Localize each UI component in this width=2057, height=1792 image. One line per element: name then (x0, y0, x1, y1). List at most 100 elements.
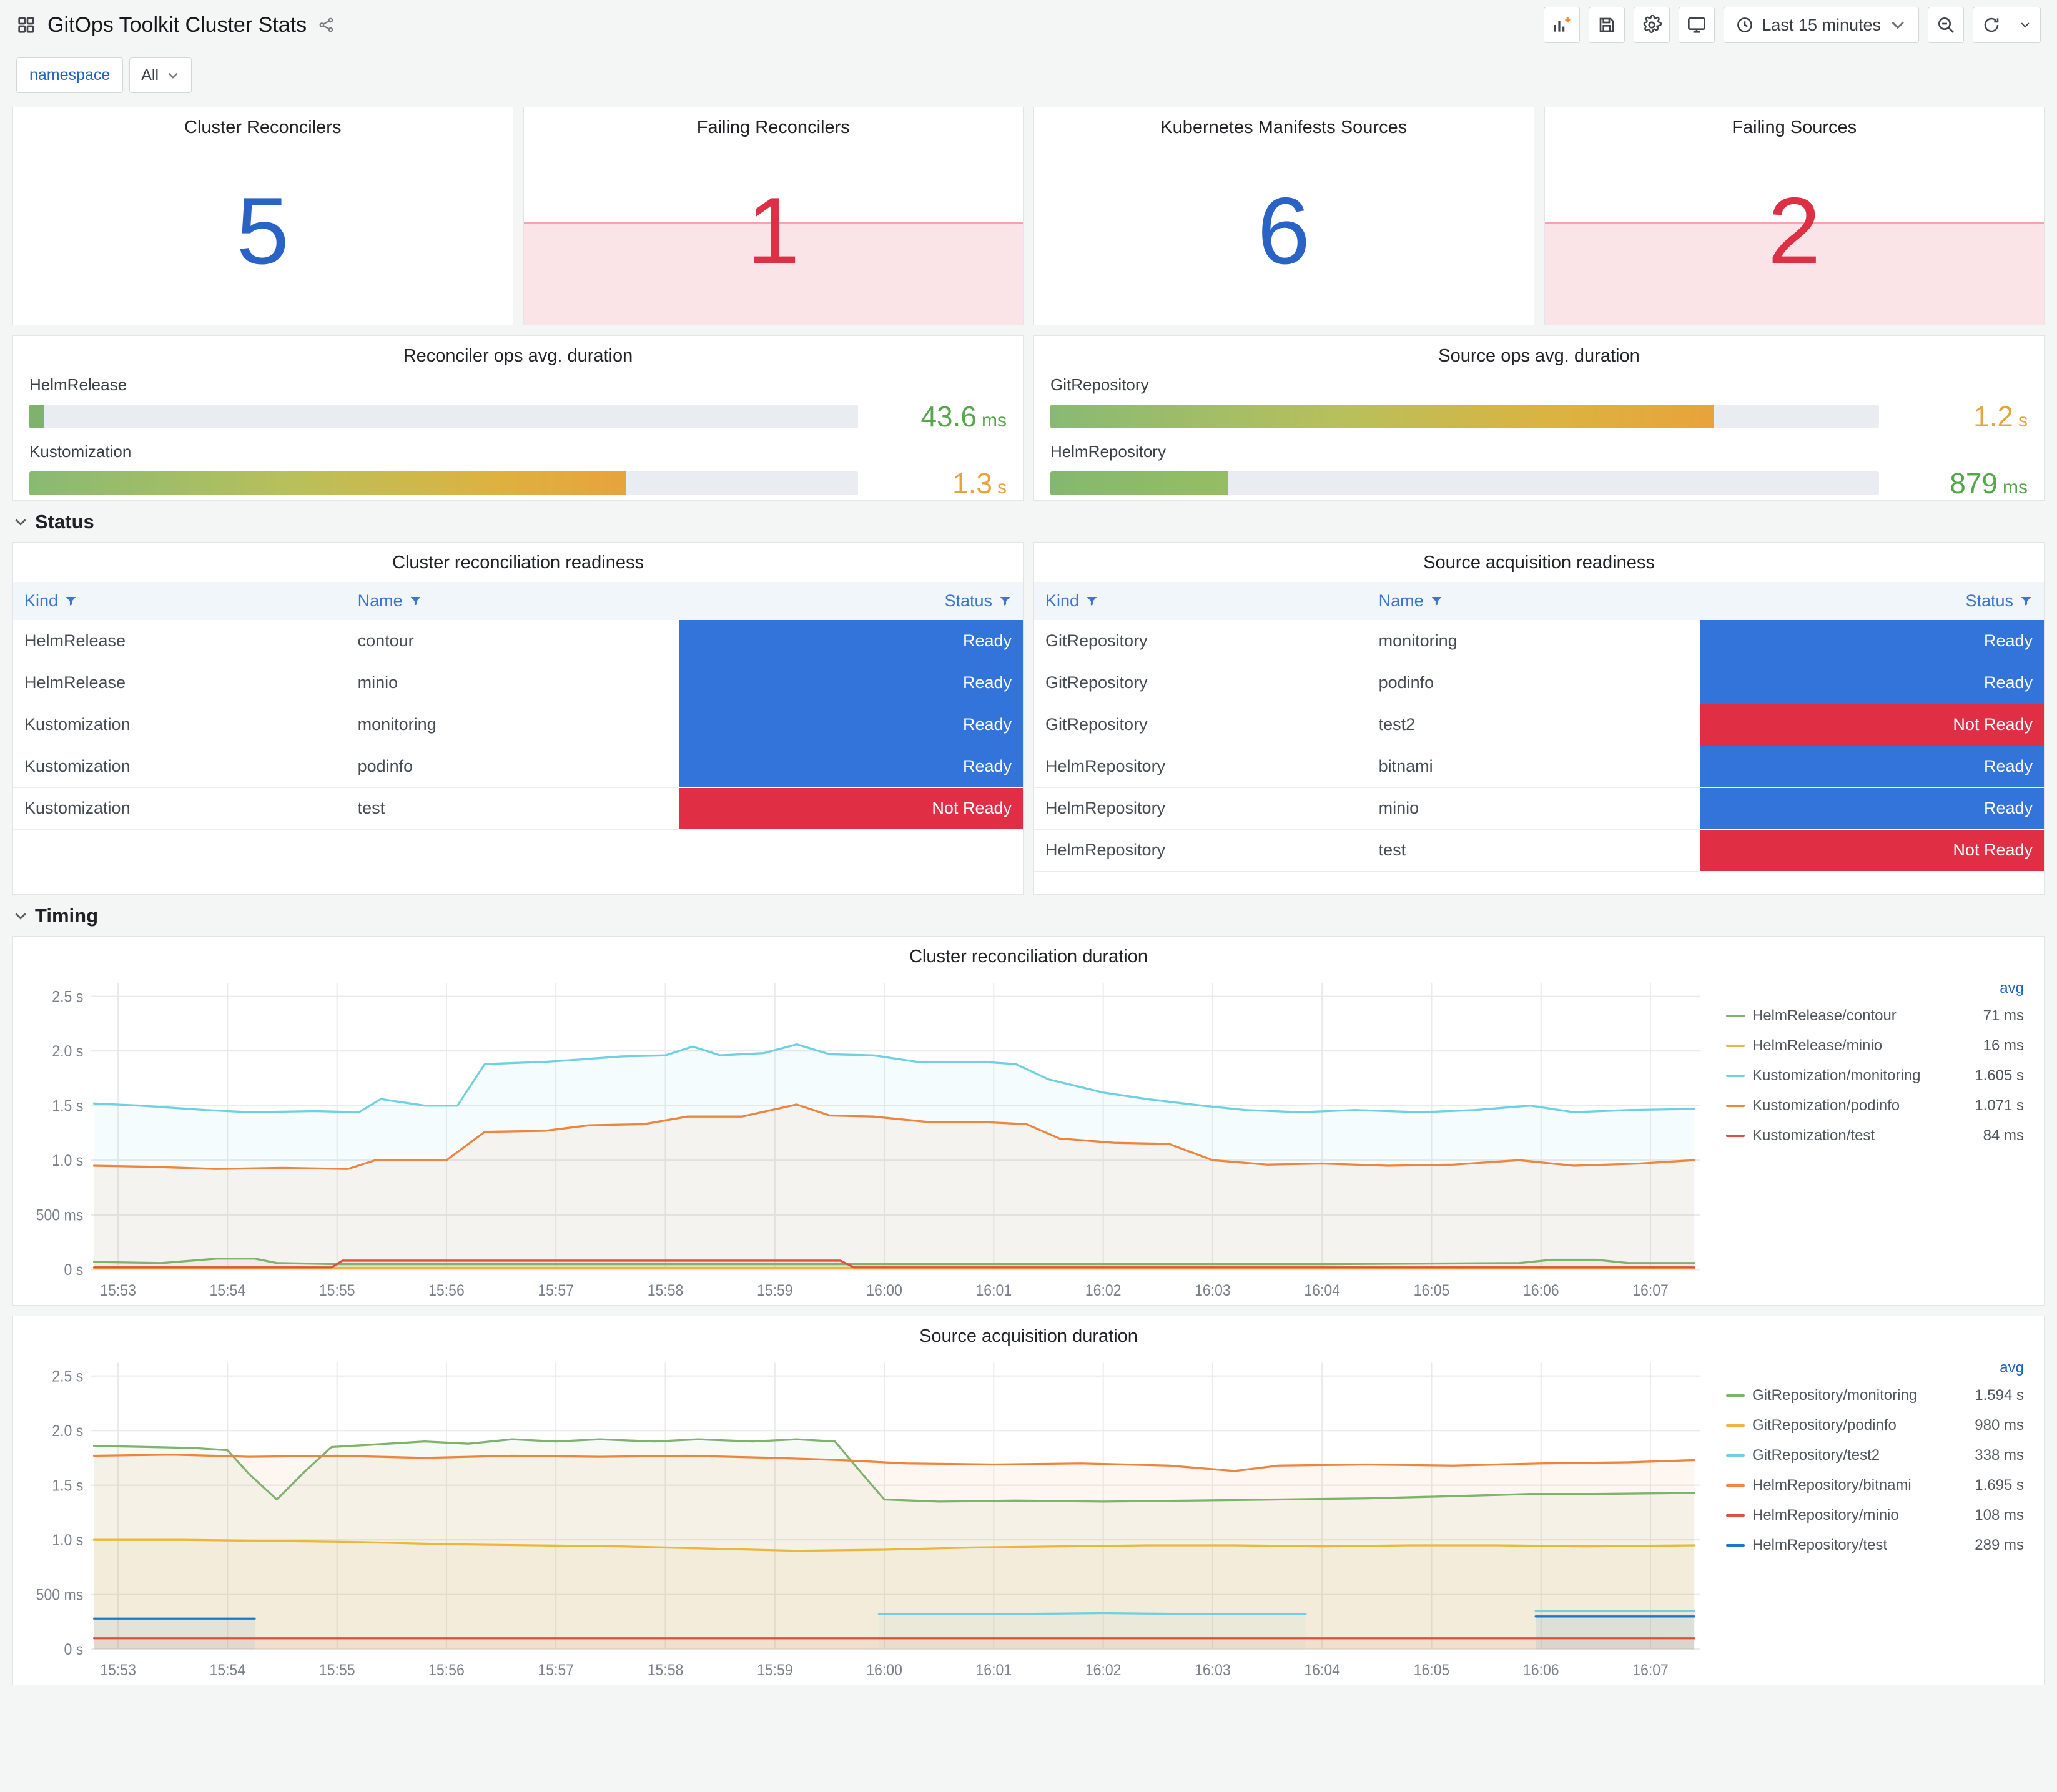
kind-cell: GitRepository (1034, 704, 1368, 746)
save-dashboard-button[interactable] (1589, 7, 1625, 43)
section-timing[interactable]: Timing (12, 905, 2045, 927)
time-series-plot[interactable]: 0 s 500 ms 1.0 s 1.5 s 2.0 s 2.5 s 15:53 15:54 1… (26, 972, 1716, 1301)
gauge-fill (1050, 471, 1229, 495)
source-acquisition-duration-panel: Source acquisition duration 0 s 500 ms 1.0… (12, 1316, 2045, 1685)
svg-text:15:58: 15:58 (648, 1662, 684, 1679)
series-name[interactable]: GitRepository/test2 (1752, 1447, 1944, 1464)
table-row: Kustomization monitoring Ready (13, 704, 1023, 746)
svg-text:15:59: 15:59 (757, 1282, 793, 1299)
variable-namespace-select[interactable]: All (129, 57, 192, 93)
time-series-plot[interactable]: 0 s 500 ms 1.0 s 1.5 s 2.0 s 2.5 s 15:53 15:54 1… (26, 1352, 1716, 1681)
series-avg-value: 84 ms (1983, 1127, 2024, 1144)
kind-cell: Kustomization (13, 746, 347, 788)
name-cell: minio (346, 662, 680, 704)
series-avg-value: 980 ms (1975, 1417, 2024, 1434)
kind-cell: HelmRepository (1034, 787, 1368, 830)
legend-avg-header[interactable]: avg (1726, 976, 2026, 1001)
name-cell: contour (346, 620, 680, 662)
cycle-view-mode-button[interactable] (1679, 7, 1715, 43)
series-name[interactable]: Kustomization/test (1752, 1127, 1944, 1145)
chevron-down-icon (15, 913, 26, 920)
column-header-status[interactable]: Status (679, 582, 1023, 620)
legend-item: HelmRelease/minio 16 ms (1726, 1031, 2026, 1061)
zoom-out-time-button[interactable] (1928, 7, 1964, 43)
svg-text:2.5 s: 2.5 s (52, 1368, 83, 1386)
series-name[interactable]: GitRepository/monitoring (1752, 1387, 1944, 1404)
apps-grid-icon[interactable] (16, 15, 36, 35)
add-panel-button[interactable] (1544, 7, 1581, 43)
series-color-mark (1726, 1424, 1745, 1427)
stat-panel: Kubernetes Manifests Sources 6 (1033, 107, 1534, 325)
table-header-row: Kind Name Status (1034, 582, 2044, 620)
section-status[interactable]: Status (12, 511, 2045, 533)
chevron-down-icon (1888, 16, 1907, 34)
svg-text:16:00: 16:00 (866, 1662, 902, 1679)
chart-legend: avg GitRepository/monitoring 1.594 s Git… (1716, 1352, 2031, 1681)
series-name[interactable]: HelmRelease/minio (1752, 1037, 1944, 1055)
panel-title[interactable]: Failing Sources (1545, 107, 2045, 138)
panel-title[interactable]: Cluster Reconcilers (13, 107, 513, 138)
svg-text:16:00: 16:00 (866, 1282, 902, 1299)
refresh-button[interactable] (1973, 7, 2010, 42)
series-name[interactable]: Kustomization/podinfo (1752, 1097, 1944, 1115)
series-color-mark (1726, 1105, 1745, 1107)
legend-item: HelmRepository/test 289 ms (1726, 1530, 2026, 1560)
cluster-readiness-panel: Cluster reconciliation readiness Kind Na… (12, 542, 1024, 895)
column-header-name[interactable]: Name (1367, 582, 1701, 620)
column-header-kind[interactable]: Kind (13, 582, 347, 620)
variables-row: namespace All (0, 50, 2057, 107)
status-badge: Ready (679, 662, 1023, 704)
page-title[interactable]: GitOps Toolkit Cluster Stats (47, 13, 307, 37)
panel-title[interactable]: Cluster reconciliation duration (26, 937, 2031, 967)
svg-text:15:54: 15:54 (210, 1662, 246, 1679)
panel-title[interactable]: Cluster reconciliation readiness (13, 543, 1023, 573)
table-row: HelmRelease minio Ready (13, 662, 1023, 704)
column-header-kind[interactable]: Kind (1034, 582, 1368, 620)
svg-text:1.0 s: 1.0 s (52, 1532, 83, 1549)
series-avg-value: 1.594 s (1975, 1387, 2024, 1404)
name-cell: test2 (1367, 704, 1701, 746)
series-name[interactable]: GitRepository/podinfo (1752, 1417, 1944, 1434)
time-range-label: Last 15 minutes (1762, 15, 1881, 34)
series-name[interactable]: HelmRepository/bitnami (1752, 1477, 1944, 1494)
column-header-status[interactable]: Status (1700, 582, 2044, 620)
series-avg-value: 1.071 s (1975, 1097, 2024, 1114)
svg-text:16:04: 16:04 (1304, 1282, 1340, 1299)
panel-title[interactable]: Kubernetes Manifests Sources (1034, 107, 1534, 138)
status-badge: Not Ready (679, 787, 1023, 830)
gauge-unit: ms (2003, 477, 2028, 498)
dashboard-settings-button[interactable] (1634, 7, 1670, 43)
legend-item: HelmRepository/minio 108 ms (1726, 1500, 2026, 1530)
kind-cell: HelmRepository (1034, 829, 1368, 872)
refresh-interval-caret[interactable] (2010, 7, 2040, 42)
panel-title[interactable]: Source acquisition duration (26, 1316, 2031, 1347)
stat-panel: Cluster Reconcilers 5 (12, 107, 513, 325)
series-name[interactable]: HelmRelease/contour (1752, 1007, 1944, 1025)
table-row: GitRepository podinfo Ready (1034, 662, 2044, 704)
svg-text:16:05: 16:05 (1414, 1662, 1450, 1679)
stat-value: 2 (1767, 178, 1821, 284)
chevron-down-icon (15, 519, 26, 526)
bar-gauge-row: HelmRelease 43.6 ms (29, 375, 1007, 433)
filter-icon (1087, 596, 1097, 606)
time-range-picker[interactable]: Last 15 minutes (1724, 7, 1919, 43)
legend-avg-header[interactable]: avg (1726, 1356, 2026, 1381)
svg-text:15:55: 15:55 (319, 1662, 355, 1679)
column-header-name[interactable]: Name (346, 582, 680, 620)
series-color-mark (1726, 1484, 1745, 1487)
refresh-button-group (1973, 7, 2041, 43)
panel-title[interactable]: Source ops avg. duration (1050, 336, 2028, 367)
panel-title[interactable]: Failing Reconcilers (524, 107, 1024, 138)
legend-item: Kustomization/podinfo 1.071 s (1726, 1091, 2026, 1121)
series-name[interactable]: Kustomization/monitoring (1752, 1067, 1944, 1085)
share-icon[interactable] (318, 16, 335, 34)
panel-title[interactable]: Reconciler ops avg. duration (29, 336, 1007, 367)
svg-text:16:01: 16:01 (975, 1662, 1012, 1679)
gauge-track (1050, 471, 1879, 495)
status-badge: Ready (1700, 662, 2044, 704)
series-avg-value: 338 ms (1975, 1447, 2024, 1464)
series-name[interactable]: HelmRepository/test (1752, 1537, 1944, 1554)
svg-text:1.5 s: 1.5 s (52, 1098, 83, 1115)
panel-title[interactable]: Source acquisition readiness (1034, 543, 2044, 573)
series-name[interactable]: HelmRepository/minio (1752, 1507, 1944, 1524)
